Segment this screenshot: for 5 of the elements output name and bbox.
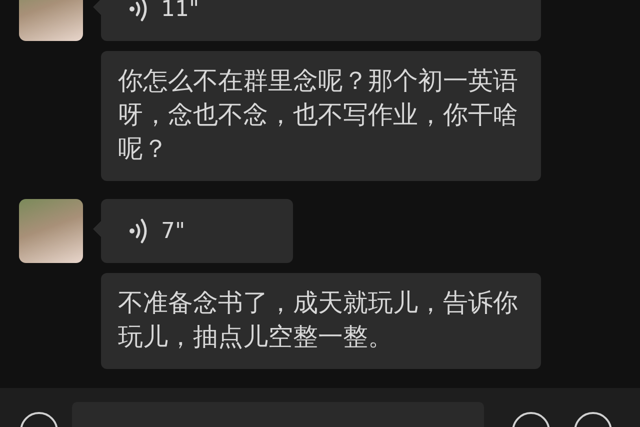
voice-duration: 7" (161, 218, 186, 244)
text-message: 你怎么不在群里念呢？那个初一英语呀，念也不念，也不写作业，你干啥呢？ (101, 51, 541, 181)
text-message: 不准备念书了，成天就玩儿，告诉你玩儿，抽点儿空整一整。 (101, 273, 541, 369)
voice-wave-icon (129, 218, 149, 244)
voice-wave-icon (129, 0, 149, 22)
